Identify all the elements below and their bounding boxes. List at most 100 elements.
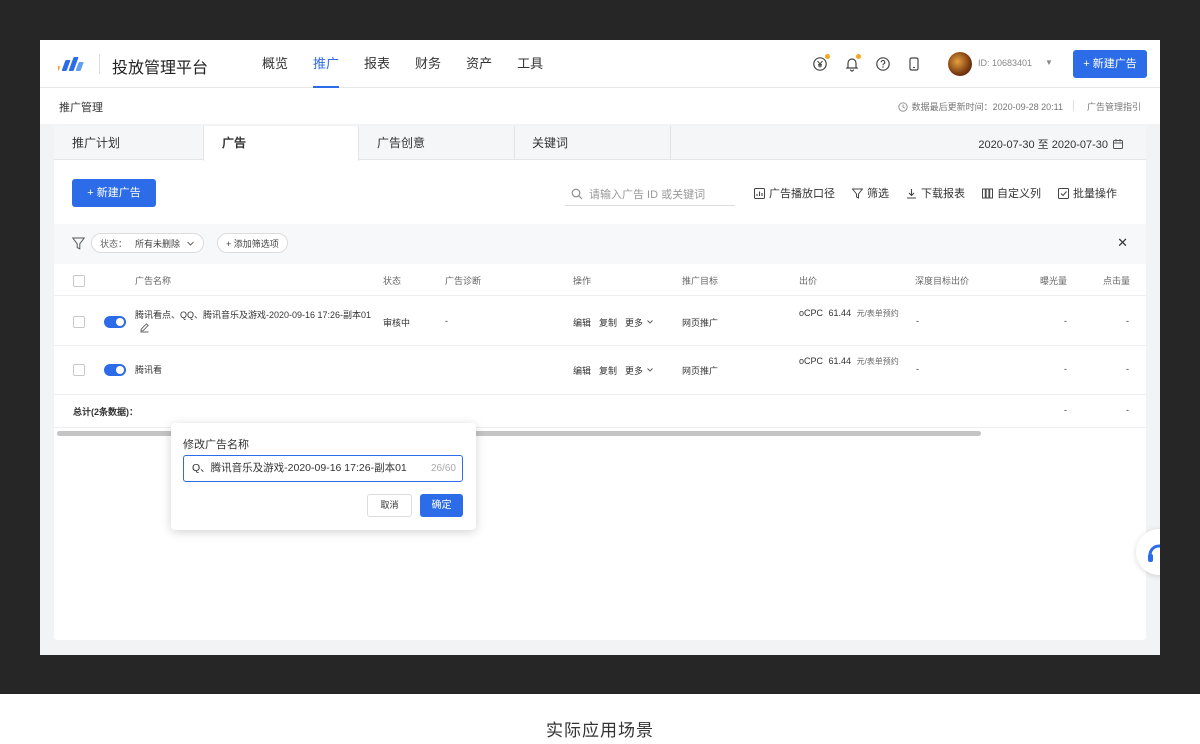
- divider: [1073, 100, 1074, 111]
- col-status[interactable]: 状态: [383, 274, 401, 287]
- more-link[interactable]: 更多: [625, 316, 654, 329]
- notify-dot: [856, 54, 861, 59]
- deep-bid-cell: -: [916, 364, 919, 374]
- col-ad-name[interactable]: 广告名称: [135, 274, 171, 287]
- total-impressions: -: [1064, 405, 1067, 415]
- edit-icon[interactable]: [139, 322, 150, 333]
- tab-ads[interactable]: 广告: [203, 126, 359, 161]
- update-time-text: 数据最后更新时间：2020-09-28 20:11: [911, 102, 1063, 112]
- nav-finance[interactable]: 财务: [415, 40, 441, 88]
- brand-title: 投放管理平台: [112, 60, 209, 77]
- nav-reports[interactable]: 报表: [364, 40, 390, 88]
- date-range-picker[interactable]: 2020-07-30 至 2020-07-30: [978, 136, 1124, 152]
- tab-separator: [670, 126, 671, 160]
- add-filter-chip[interactable]: + 添加筛选项: [217, 233, 288, 253]
- col-clicks[interactable]: 点击量: [1103, 274, 1130, 287]
- col-bid[interactable]: 出价: [799, 274, 817, 287]
- goal-cell: 网页推广: [682, 318, 719, 328]
- mobile-icon[interactable]: [906, 56, 922, 72]
- nav-overview[interactable]: 概览: [262, 40, 288, 88]
- edit-link[interactable]: 编辑: [573, 364, 591, 377]
- logo-divider: [99, 54, 100, 74]
- select-all-checkbox[interactable]: [73, 275, 85, 287]
- funnel-icon: [72, 237, 85, 250]
- download-report-button[interactable]: 下载报表: [906, 185, 965, 201]
- tab-campaigns[interactable]: 推广计划: [54, 126, 204, 160]
- customer-service-button[interactable]: [1136, 529, 1160, 575]
- tab-creatives[interactable]: 广告创意: [359, 126, 513, 160]
- guide-link[interactable]: 广告管理指引: [1087, 100, 1141, 113]
- avatar[interactable]: [948, 52, 972, 76]
- ad-name-cell: 腾讯看: [135, 364, 375, 377]
- notify-dot: [825, 54, 830, 59]
- main-panel: 推广计划 广告 广告创意 关键词 2020-07-30 至 2020-07-30…: [54, 126, 1146, 640]
- status-cell: 审核中: [383, 318, 411, 328]
- search-icon: [571, 188, 583, 199]
- user-id[interactable]: ID: 10683401: [978, 58, 1032, 68]
- close-icon[interactable]: ✕: [1117, 235, 1128, 251]
- edit-link[interactable]: 编辑: [573, 316, 591, 329]
- col-impressions[interactable]: 曝光量: [1040, 274, 1067, 287]
- diagnosis-cell: -: [445, 316, 448, 326]
- ad-name-input[interactable]: Q、腾讯音乐及游戏-2020-09-16 17:26-副本01 26/60: [183, 455, 463, 482]
- date-range-text: 2020-07-30 至 2020-07-30: [978, 139, 1108, 151]
- char-count: 26/60: [430, 463, 456, 474]
- tab-keywords[interactable]: 关键词: [514, 126, 670, 160]
- page-title: 推广管理: [59, 102, 103, 114]
- toolbar-actions: 广告播放口径 筛选 下载报表 自定义列 批量操作: [754, 185, 1134, 201]
- main-nav: 概览 推广 报表 财务 资产 工具: [262, 40, 568, 88]
- row-toggle[interactable]: [104, 364, 126, 376]
- columns-icon: [982, 188, 993, 198]
- col-goal[interactable]: 推广目标: [682, 274, 718, 287]
- clock-icon: [897, 101, 908, 112]
- impressions-cell: -: [1064, 364, 1067, 374]
- new-ad-button-top[interactable]: + 新建广告: [1073, 50, 1147, 78]
- goal-cell: 网页推广: [682, 366, 719, 376]
- ad-name-text: 腾讯看: [135, 365, 163, 375]
- popover-title: 修改广告名称: [183, 439, 249, 451]
- search-input[interactable]: 请输入广告 ID 或关键词: [565, 182, 735, 206]
- bid-cell: oCPC 61.44 元/表单预约: [799, 308, 899, 318]
- confirm-button[interactable]: 确定: [420, 494, 463, 517]
- tab-bar: 推广计划 广告 广告创意 关键词 2020-07-30 至 2020-07-30: [54, 126, 1146, 161]
- top-navbar: 投放管理平台 概览 推广 报表 财务 资产 工具 ID: 10683401 ▼ …: [40, 40, 1160, 88]
- batch-icon: [1058, 187, 1069, 199]
- presentation-frame: 投放管理平台 概览 推广 报表 财务 资产 工具 ID: 10683401 ▼ …: [0, 0, 1200, 694]
- chevron-down-icon: [646, 320, 653, 324]
- cancel-button[interactable]: 取消: [367, 494, 412, 517]
- app-window: 投放管理平台 概览 推广 报表 财务 资产 工具 ID: 10683401 ▼ …: [40, 40, 1160, 655]
- row-toggle[interactable]: [104, 316, 126, 328]
- nav-assets[interactable]: 资产: [466, 40, 492, 88]
- status-filter-chip[interactable]: 状态： 所有未删除: [91, 233, 205, 253]
- funnel-icon: [852, 188, 863, 199]
- filter-button[interactable]: 筛选: [852, 185, 889, 201]
- table-row: 腾讯看点、QQ、腾讯音乐及游戏-2020-09-16 17:26-副本01 审核…: [54, 297, 1146, 346]
- row-checkbox[interactable]: [73, 364, 85, 376]
- chevron-down-icon[interactable]: ▼: [1045, 58, 1053, 67]
- batch-actions-button[interactable]: 批量操作: [1058, 185, 1117, 201]
- nav-tools[interactable]: 工具: [517, 40, 543, 88]
- impressions-cell: -: [1064, 316, 1067, 326]
- filter-bar: 状态： 所有未删除 + 添加筛选项 ✕: [54, 224, 1146, 264]
- logo-icon: [58, 57, 84, 71]
- search-placeholder: 请输入广告 ID 或关键词: [589, 188, 706, 201]
- custom-columns-button[interactable]: 自定义列: [982, 185, 1041, 201]
- col-diagnosis[interactable]: 广告诊断: [445, 274, 481, 287]
- more-link[interactable]: 更多: [625, 364, 654, 377]
- nav-promotion[interactable]: 推广: [313, 40, 340, 88]
- chevron-down-icon: [187, 241, 194, 246]
- playback-metric-button[interactable]: 广告播放口径: [754, 185, 835, 201]
- table-header: 广告名称 状态 广告诊断 操作 推广目标 出价 深度目标出价 曝光量 点击量: [54, 264, 1146, 296]
- ad-name-cell: 腾讯看点、QQ、腾讯音乐及游戏-2020-09-16 17:26-副本01: [135, 309, 375, 335]
- rename-popover: 修改广告名称 Q、腾讯音乐及游戏-2020-09-16 17:26-副本01 2…: [171, 423, 476, 530]
- copy-link[interactable]: 复制: [599, 316, 617, 329]
- col-deep-bid[interactable]: 深度目标出价: [915, 274, 969, 287]
- ad-name-text: 腾讯看点、QQ、腾讯音乐及游戏-2020-09-16 17:26-副本01: [135, 310, 372, 320]
- copy-link[interactable]: 复制: [599, 364, 617, 377]
- new-ad-button[interactable]: + 新建广告: [72, 179, 156, 207]
- row-checkbox[interactable]: [73, 316, 85, 328]
- clicks-cell: -: [1126, 316, 1129, 326]
- chart-icon: [754, 187, 765, 199]
- status-filter-value: 所有未删除: [135, 238, 181, 249]
- help-icon[interactable]: [875, 56, 891, 72]
